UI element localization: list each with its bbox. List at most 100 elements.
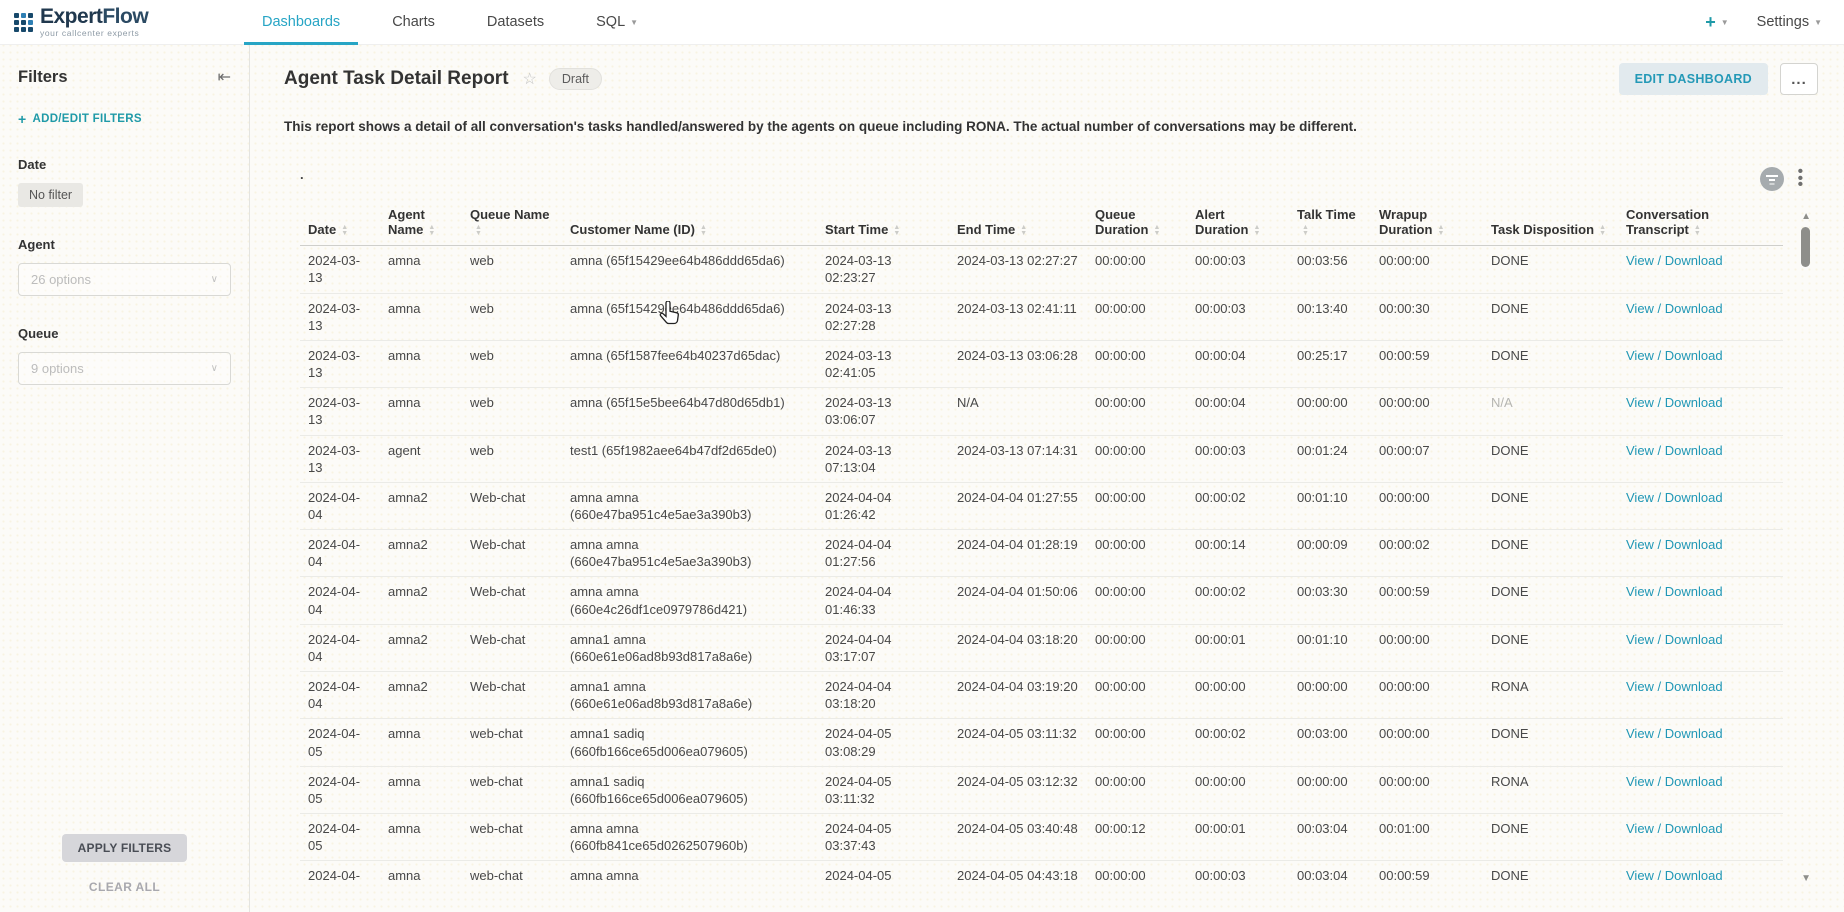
cell: amna2 <box>380 482 462 529</box>
cell-task-disposition: DONE <box>1483 814 1618 861</box>
table-header-row: Date▲▼Agent Name▲▼Queue Name▲▼Customer N… <box>300 203 1783 246</box>
sort-icon[interactable]: ▲▼ <box>1020 225 1027 238</box>
sort-icon[interactable]: ▲▼ <box>475 225 482 238</box>
cell: 2024-04-05 03:11:32 <box>949 719 1087 766</box>
cell: 00:00:00 <box>1087 861 1187 888</box>
column-header-start-time[interactable]: Start Time▲▼ <box>817 203 949 246</box>
cell: 00:00:59 <box>1371 577 1483 624</box>
view-download-link[interactable]: View / Download <box>1626 301 1723 316</box>
cell: 00:00:04 <box>1187 340 1289 387</box>
view-download-link[interactable]: View / Download <box>1626 584 1723 599</box>
sort-icon[interactable]: ▲▼ <box>1302 225 1309 238</box>
cell-task-disposition: RONA <box>1483 672 1618 719</box>
cell: 00:01:10 <box>1289 624 1371 671</box>
cell-customer: amna1 amna (660e61e06ad8b93d817a8a6e) <box>562 624 817 671</box>
column-header-label: Queue Name <box>470 207 549 222</box>
cell: 00:00:00 <box>1371 246 1483 293</box>
table-scroll-down-icon[interactable]: ▼ <box>1801 873 1811 884</box>
column-header-customer-name-id-[interactable]: Customer Name (ID)▲▼ <box>562 203 817 246</box>
chart-kebab-menu-icon[interactable]: ••• <box>1798 169 1803 189</box>
sort-icon[interactable]: ▲▼ <box>1253 225 1260 238</box>
nav-tab-dashboards[interactable]: Dashboards <box>236 0 366 44</box>
status-badge: Draft <box>549 68 602 90</box>
cell: 00:00:02 <box>1187 719 1289 766</box>
table-scroll-up-icon[interactable]: ▲ <box>1801 211 1811 222</box>
cell-task-disposition: DONE <box>1483 719 1618 766</box>
sort-icon[interactable]: ▲▼ <box>893 225 900 238</box>
cell: 00:00:02 <box>1187 577 1289 624</box>
collapse-sidebar-icon[interactable]: ⇤ <box>218 67 231 87</box>
view-download-link[interactable]: View / Download <box>1626 348 1723 363</box>
column-header-agent-name[interactable]: Agent Name▲▼ <box>380 203 462 246</box>
sort-icon[interactable]: ▲▼ <box>1694 225 1701 238</box>
table-row: 2024-03-13amnawebamna (65f15429ee64b486d… <box>300 293 1783 340</box>
settings-menu[interactable]: Settings▼ <box>1757 14 1822 30</box>
view-download-link[interactable]: View / Download <box>1626 821 1723 836</box>
column-header-queue-duration[interactable]: Queue Duration▲▼ <box>1087 203 1187 246</box>
cell: 00:00:00 <box>1187 672 1289 719</box>
filter-groups: DateNo filterAgent26 options∨Queue9 opti… <box>18 157 231 385</box>
new-item-button[interactable]: +▼ <box>1705 12 1728 33</box>
view-download-link[interactable]: View / Download <box>1626 774 1723 789</box>
view-download-link[interactable]: View / Download <box>1626 490 1723 505</box>
filter-label: Queue <box>18 326 231 341</box>
dashboard-more-button[interactable]: ... <box>1780 63 1818 95</box>
queue-filter-select[interactable]: 9 options∨ <box>18 352 231 385</box>
cell: 00:00:00 <box>1371 482 1483 529</box>
column-header-task-disposition[interactable]: Task Disposition▲▼ <box>1483 203 1618 246</box>
cell: 2024-03-13 03:06:07 <box>817 388 949 435</box>
column-header-label: End Time <box>957 222 1015 237</box>
nav-tab-charts[interactable]: Charts <box>366 0 461 44</box>
table-row: 2024-04-04amna2Web-chatamna amna (660e47… <box>300 530 1783 577</box>
cell: 00:00:03 <box>1187 861 1289 888</box>
filter-indicator-icon[interactable] <box>1760 167 1784 191</box>
view-download-link[interactable]: View / Download <box>1626 253 1723 268</box>
add-edit-filters-button[interactable]: + ADD/EDIT FILTERS <box>18 111 231 127</box>
view-download-link[interactable]: View / Download <box>1626 726 1723 741</box>
cell: 2024-03-13 03:06:28 <box>949 340 1087 387</box>
view-download-link[interactable]: View / Download <box>1626 537 1723 552</box>
sort-icon[interactable]: ▲▼ <box>341 225 348 238</box>
sort-icon[interactable]: ▲▼ <box>1153 225 1160 238</box>
column-header-conversation-transcript[interactable]: Conversation Transcript▲▼ <box>1618 203 1783 246</box>
apply-filters-button[interactable]: APPLY FILTERS <box>62 834 188 862</box>
expertflow-logo[interactable]: ExpertFlow your callcenter experts <box>0 6 236 38</box>
cell: 00:00:00 <box>1087 624 1187 671</box>
cell-conversation-transcript: View / Download <box>1618 814 1783 861</box>
column-header-date[interactable]: Date▲▼ <box>300 203 380 246</box>
view-download-link[interactable]: View / Download <box>1626 868 1723 883</box>
nav-tab-datasets[interactable]: Datasets <box>461 0 570 44</box>
view-download-link[interactable]: View / Download <box>1626 395 1723 410</box>
column-header-end-time[interactable]: End Time ▲▼ <box>949 203 1087 246</box>
table-row: 2024-04-05amnaweb-chatamna amna (660fc6e… <box>300 861 1783 888</box>
column-header-queue-name[interactable]: Queue Name ▲▼ <box>462 203 562 246</box>
table-scrollbar-thumb[interactable] <box>1801 227 1810 267</box>
sort-icon[interactable]: ▲▼ <box>428 225 435 238</box>
report-description: This report shows a detail of all conver… <box>284 119 1844 134</box>
view-download-link[interactable]: View / Download <box>1626 632 1723 647</box>
sort-icon[interactable]: ▲▼ <box>700 225 707 238</box>
cell: 2024-04-04 01:46:33 <box>817 577 949 624</box>
edit-dashboard-button[interactable]: EDIT DASHBOARD <box>1619 63 1768 95</box>
cell: 00:00:03 <box>1187 293 1289 340</box>
sort-icon[interactable]: ▲▼ <box>1599 225 1606 238</box>
agent-filter-select[interactable]: 26 options∨ <box>18 263 231 296</box>
nav-tab-sql[interactable]: SQL▼ <box>570 0 664 44</box>
sort-icon[interactable]: ▲▼ <box>1437 225 1444 238</box>
cell: web <box>462 435 562 482</box>
filter-group-queue: Queue 9 options∨ <box>18 326 231 385</box>
cell-customer: amna (65f15429ee64b486ddd65da6) <box>562 293 817 340</box>
table-row: 2024-04-04amna2Web-chatamna amna (660e4c… <box>300 577 1783 624</box>
column-header-wrapup-duration[interactable]: Wrapup Duration▲▼ <box>1371 203 1483 246</box>
cell: 00:01:24 <box>1289 435 1371 482</box>
cell: web-chat <box>462 766 562 813</box>
view-download-link[interactable]: View / Download <box>1626 443 1723 458</box>
clear-all-button[interactable]: CLEAR ALL <box>0 880 249 894</box>
chevron-down-icon: ∨ <box>211 274 218 285</box>
column-header-talk-time[interactable]: Talk Time▲▼ <box>1289 203 1371 246</box>
cell-task-disposition: N/A <box>1483 388 1618 435</box>
column-header-alert-duration[interactable]: Alert Duration▲▼ <box>1187 203 1289 246</box>
favorite-star-icon[interactable]: ☆ <box>523 69 537 89</box>
view-download-link[interactable]: View / Download <box>1626 679 1723 694</box>
cell-task-disposition: DONE <box>1483 624 1618 671</box>
